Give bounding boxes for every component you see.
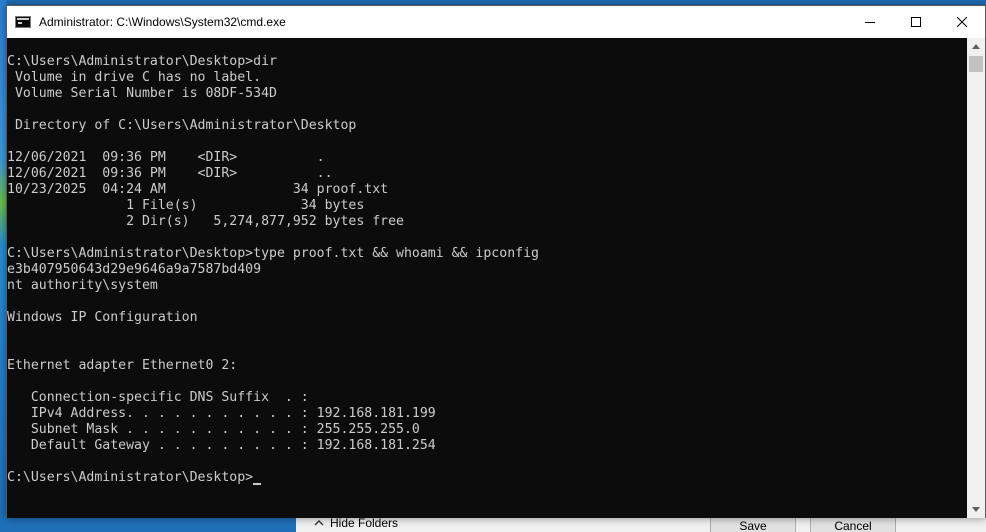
cmd-window: Administrator: C:\Windows\System32\cmd.e… [6,5,986,518]
console-line: Ethernet adapter Ethernet0 2: [7,358,238,373]
hide-folders-label: Hide Folders [330,516,399,530]
console-line: 10/23/2025 04:24 AM 34 proof.txt [7,182,389,197]
console-line: Subnet Mask . . . . . . . . . . . : 255.… [7,422,420,437]
console-line: Connection-specific DNS Suffix . : [7,390,309,405]
console-prompt: C:\Users\Administrator\Desktop> [7,470,254,485]
scroll-down-arrow-icon [972,507,980,512]
console-line: 2 Dir(s) 5,274,877,952 bytes free [7,214,404,229]
console-line: 12/06/2021 09:36 PM <DIR> .. [7,166,333,181]
console-line: e3b407950643d29e9646a9a7587bd409 [7,262,262,277]
maximize-icon [911,17,921,27]
console-line: C:\Users\Administrator\Desktop>dir [7,54,277,69]
console-prompt-line[interactable]: C:\Users\Administrator\Desktop> [7,470,539,486]
console-line: Volume in drive C has no label. [7,70,262,85]
console-line: 1 File(s) 34 bytes [7,198,365,213]
console-line: Volume Serial Number is 08DF-534D [7,86,277,101]
window-title: Administrator: C:\Windows\System32\cmd.e… [39,15,286,29]
scroll-up-button[interactable] [967,38,985,55]
window-controls [847,6,985,38]
vertical-scrollbar[interactable] [967,38,985,518]
scroll-up-arrow-icon [972,44,980,49]
scroll-down-button[interactable] [967,501,985,518]
console-line: Default Gateway . . . . . . . . . : 192.… [7,438,436,453]
console-line: 12/06/2021 09:36 PM <DIR> . [7,150,325,165]
console-output-area[interactable]: C:\Users\Administrator\Desktop>dir Volum… [7,38,967,518]
scrollbar-thumb[interactable] [969,56,983,72]
minimize-icon [865,22,875,23]
console-line: Windows IP Configuration [7,310,198,325]
maximize-button[interactable] [893,6,939,38]
console-line: Directory of C:\Users\Administrator\Desk… [7,118,357,133]
minimize-button[interactable] [847,6,893,38]
console-line: C:\Users\Administrator\Desktop>type proo… [7,246,539,261]
cmd-icon [15,16,31,28]
text-cursor [253,483,262,485]
console-line: IPv4 Address. . . . . . . . . . . : 192.… [7,406,436,421]
title-bar[interactable]: Administrator: C:\Windows\System32\cmd.e… [7,6,985,38]
chevron-up-icon [314,520,324,526]
close-icon [957,17,967,27]
hide-folders-toggle[interactable]: Hide Folders [314,516,398,530]
console-line: nt authority\system [7,278,158,293]
close-button[interactable] [939,6,985,38]
console-text: C:\Users\Administrator\Desktop>dir Volum… [7,54,539,486]
